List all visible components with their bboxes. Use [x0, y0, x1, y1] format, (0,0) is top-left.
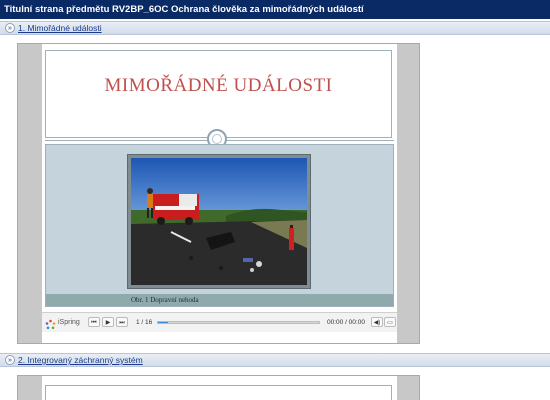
- slide-header-box: MIMOŘÁDNÉ UDÁLOSTI: [45, 50, 392, 138]
- expand-toggle-icon[interactable]: »: [5, 23, 15, 33]
- presentation-viewer: MIMOŘÁDNÉ UDÁLOSTI Obr. 1 Dopravní nehod…: [17, 43, 420, 344]
- section-header-1[interactable]: » 1. Mimořádné události: [0, 21, 550, 35]
- expand-toggle-icon[interactable]: »: [5, 355, 15, 365]
- caption-bar: Obr. 1 Dopravní nehoda: [46, 294, 393, 306]
- slide-header-box-2: [45, 385, 392, 400]
- time-display: 00:00 / 00:00: [327, 319, 365, 326]
- play-button[interactable]: ▶: [102, 317, 114, 327]
- slide-body: Obr. 1 Dopravní nehoda: [45, 144, 394, 307]
- ispring-logo-label: iSpring: [58, 319, 80, 326]
- ispring-logo-icon: [45, 317, 56, 330]
- fullscreen-icon[interactable]: ▭: [384, 317, 396, 327]
- next-slide-button[interactable]: ⏭: [116, 317, 128, 327]
- section-header-2[interactable]: » 2. Integrovaný záchranný systém: [0, 353, 550, 367]
- progress-slider[interactable]: [157, 321, 320, 324]
- progress-fill: [158, 322, 168, 323]
- ispring-player-bar: iSpring ⏮ ▶ ⏭ 1 / 16 00:00 / 00:00 ◀) ▭: [42, 312, 397, 332]
- section-link-1[interactable]: 1. Mimořádné události: [18, 22, 102, 35]
- slide: MIMOŘÁDNÉ UDÁLOSTI Obr. 1 Dopravní nehod…: [42, 44, 397, 343]
- presentation-viewer-2: [17, 375, 420, 400]
- road-accident-photo: [131, 158, 307, 285]
- photo-frame: [127, 154, 311, 289]
- slide-2: [42, 376, 397, 400]
- image-caption: Obr. 1 Dopravní nehoda: [131, 296, 199, 304]
- first-slide-button[interactable]: ⏮: [88, 317, 100, 327]
- window-title: Titulní strana předmětu RV2BP_6OC Ochran…: [0, 0, 550, 19]
- slide-title: MIMOŘÁDNÉ UDÁLOSTI: [104, 75, 333, 96]
- slide-counter: 1 / 16: [136, 319, 153, 326]
- volume-icon[interactable]: ◀): [371, 317, 383, 327]
- section-link-2[interactable]: 2. Integrovaný záchranný systém: [18, 354, 143, 367]
